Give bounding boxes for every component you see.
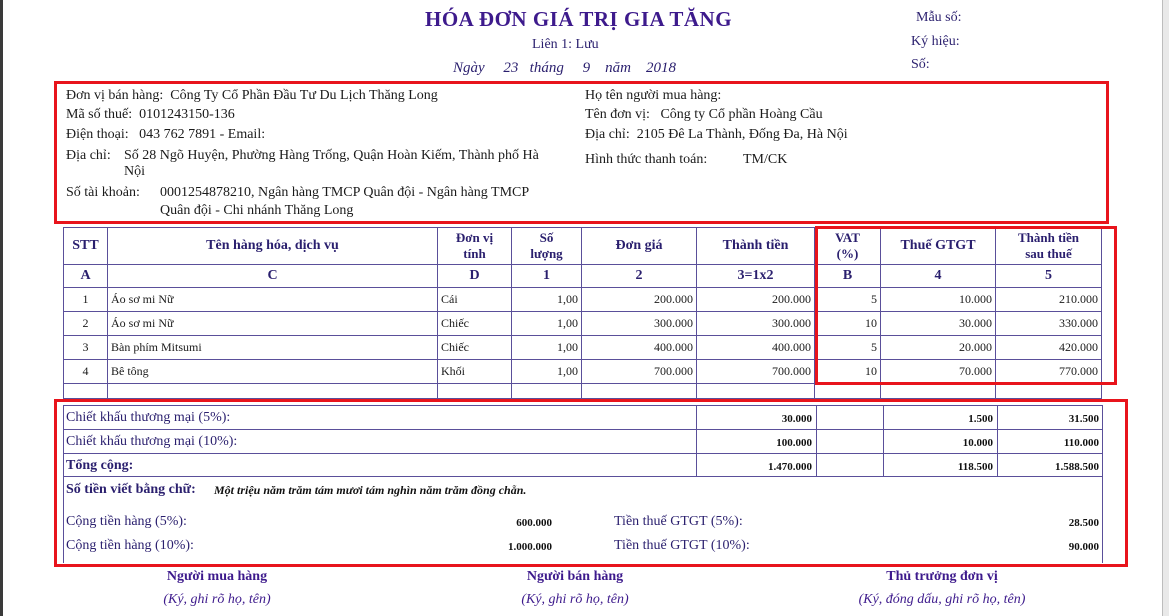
table-blank-row (63, 383, 1102, 399)
signature-head-title: Thủ trưởng đơn vị (886, 569, 998, 584)
signature-buyer-title: Người mua hàng (166, 569, 268, 584)
form-number-label: Mẫu số: (916, 10, 962, 25)
cell-stt: 4 (63, 359, 108, 384)
col-header-unit-2: tính (463, 246, 486, 261)
index-cell: 1 (511, 264, 582, 288)
col-header-unit: Đơn vị tính (437, 227, 512, 265)
cell-name: Bàn phím Mitsumi (107, 335, 438, 360)
index-cell: A (63, 264, 108, 288)
cell-name: Áo sơ mi Nữ (107, 287, 438, 312)
cell-price: 400.000 (581, 335, 697, 360)
cell-stt: 3 (63, 335, 108, 360)
cell-unit: Khối (437, 359, 512, 384)
cell-unit: Chiếc (437, 335, 512, 360)
invoice-copy-label: Liên 1: Lưu (532, 37, 599, 52)
cell-unit: Cái (437, 287, 512, 312)
blank-cell (511, 383, 582, 399)
date-month-label: tháng (529, 60, 564, 76)
cell-qty: 1,00 (511, 359, 582, 384)
blank-cell (581, 383, 697, 399)
index-cell: 3=1x2 (696, 264, 815, 288)
cell-stt: 1 (63, 287, 108, 312)
highlight-box-summary (54, 399, 1128, 567)
index-cell: 2 (581, 264, 697, 288)
blank-cell (437, 383, 512, 399)
cell-price: 200.000 (581, 287, 697, 312)
invoice-title: HÓA ĐƠN GIÁ TRỊ GIA TĂNG (425, 7, 733, 31)
blank-cell (63, 383, 108, 399)
highlight-box-vat-columns (815, 226, 1117, 385)
invoice-number-label: Số: (911, 57, 930, 72)
col-header-qty: Số lượng (511, 227, 582, 265)
col-header-qty-1: Số (539, 230, 554, 245)
right-scrollbar-edge[interactable] (1162, 0, 1169, 616)
date-year: 2018 (645, 60, 676, 76)
cell-price: 700.000 (581, 359, 697, 384)
blank-cell (880, 383, 996, 399)
signature-seller-title: Người bán hàng (526, 569, 624, 584)
blank-cell (814, 383, 881, 399)
cell-amount: 700.000 (696, 359, 815, 384)
blank-cell (696, 383, 815, 399)
col-header-name: Tên hàng hóa, dịch vụ (107, 227, 438, 265)
invoice-date: Ngày 23 tháng 9 năm 2018 (453, 60, 676, 77)
signature-seller-note: (Ký, ghi rõ họ, tên) (521, 592, 629, 607)
cell-price: 300.000 (581, 311, 697, 336)
date-prefix: Ngày (453, 60, 485, 76)
cell-amount: 300.000 (696, 311, 815, 336)
cell-qty: 1,00 (511, 311, 582, 336)
symbol-label: Ký hiệu: (911, 34, 960, 49)
cell-qty: 1,00 (511, 335, 582, 360)
cell-amount: 200.000 (696, 287, 815, 312)
signature-buyer-note: (Ký, ghi rõ họ, tên) (163, 592, 271, 607)
signature-head-note: (Ký, đóng dấu, ghi rõ họ, tên) (858, 592, 1026, 607)
highlight-box-parties (54, 81, 1109, 224)
col-header-qty-2: lượng (530, 246, 563, 261)
index-cell: D (437, 264, 512, 288)
cell-qty: 1,00 (511, 287, 582, 312)
cell-amount: 400.000 (696, 335, 815, 360)
cell-name: Bê tông (107, 359, 438, 384)
index-cell: C (107, 264, 438, 288)
cell-name: Áo sơ mi Nữ (107, 311, 438, 336)
col-header-amount: Thành tiền (696, 227, 815, 265)
blank-cell (995, 383, 1102, 399)
cell-stt: 2 (63, 311, 108, 336)
col-header-price: Đơn giá (581, 227, 697, 265)
date-year-label: năm (605, 60, 631, 76)
col-header-unit-1: Đơn vị (455, 230, 494, 245)
date-month: 9 (582, 60, 591, 76)
blank-cell (107, 383, 438, 399)
left-window-edge (0, 0, 3, 616)
cell-unit: Chiếc (437, 311, 512, 336)
date-day: 23 (503, 60, 519, 76)
col-header-stt: STT (63, 227, 108, 265)
